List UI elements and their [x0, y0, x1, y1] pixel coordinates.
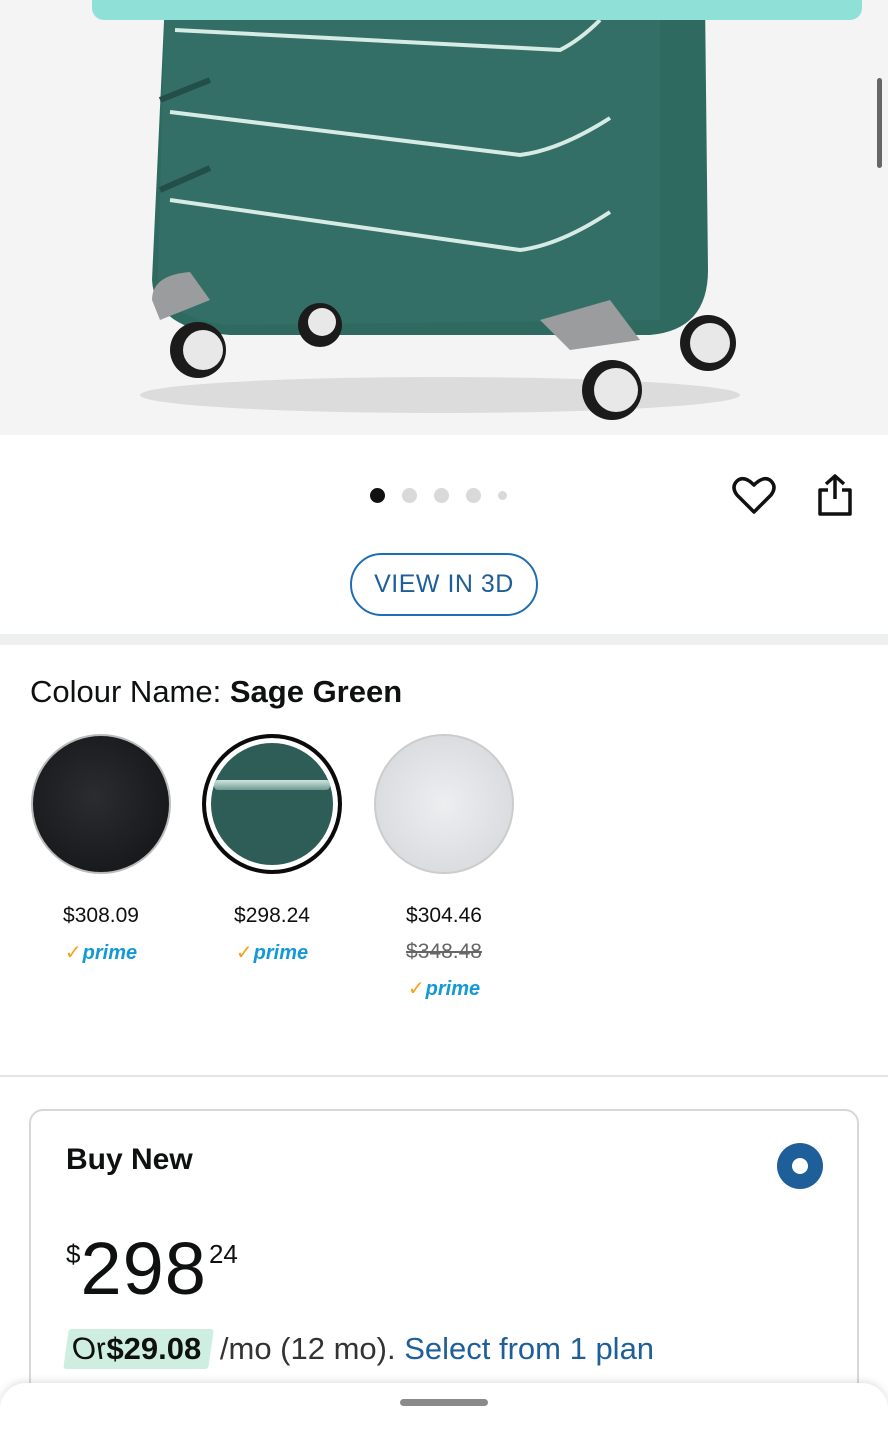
- prime-badge: ✓prime: [64, 942, 138, 964]
- colour-option-sage-green[interactable]: $298.24 ✓prime: [202, 734, 342, 965]
- bottom-sheet[interactable]: [0, 1383, 888, 1440]
- financing-term: /mo (12 mo).: [211, 1331, 405, 1366]
- buy-new-title: Buy New: [66, 1143, 193, 1176]
- heart-icon: [732, 477, 776, 514]
- colour-swatch[interactable]: [374, 734, 514, 874]
- top-banner: [92, 0, 862, 20]
- colour-option-black[interactable]: $308.09 ✓prime: [31, 734, 171, 965]
- carousel-dot-2[interactable]: [402, 488, 417, 503]
- price-whole: 298: [80, 1227, 207, 1310]
- price-symbol: $: [66, 1239, 81, 1269]
- image-carousel-dots[interactable]: [370, 488, 507, 503]
- financing-offer: Or $29.08 /mo (12 mo). Select from 1 pla…: [63, 1329, 654, 1369]
- favorite-button[interactable]: [731, 472, 777, 518]
- buy-price: $ 298 24: [66, 1229, 238, 1309]
- select-plan-link[interactable]: Select from 1 plan: [404, 1331, 654, 1366]
- colour-option-silver[interactable]: $304.46 $348.48 ✓prime: [374, 734, 514, 1001]
- colour-swatch-selected[interactable]: [202, 734, 342, 874]
- option-list-price: $348.48: [406, 940, 482, 963]
- option-price: $308.09: [63, 904, 139, 927]
- option-price: $298.24: [234, 904, 310, 927]
- prime-check-icon: ✓: [64, 942, 82, 964]
- carousel-dot-4[interactable]: [466, 488, 481, 503]
- buy-new-radio[interactable]: [777, 1143, 823, 1189]
- section-divider: [0, 1075, 888, 1077]
- option-price: $304.46: [406, 904, 482, 927]
- drag-handle[interactable]: [400, 1399, 488, 1406]
- prime-check-icon: ✓: [235, 942, 253, 964]
- colour-name-heading: Colour Name: Sage Green: [30, 674, 402, 710]
- carousel-dot-1[interactable]: [370, 488, 385, 503]
- prime-badge: ✓prime: [235, 942, 309, 964]
- prime-badge: ✓prime: [407, 978, 481, 1000]
- product-image[interactable]: [0, 0, 888, 435]
- section-divider: [0, 634, 888, 645]
- colour-label: Colour Name:: [30, 674, 230, 709]
- suitcase-illustration: [140, 0, 740, 420]
- price-fraction: 24: [208, 1239, 238, 1269]
- carousel-dot-3[interactable]: [434, 488, 449, 503]
- selected-colour: Sage Green: [229, 674, 403, 709]
- share-icon: [818, 474, 852, 516]
- prime-check-icon: ✓: [407, 978, 425, 1000]
- share-button[interactable]: [812, 472, 858, 518]
- view-in-3d-button[interactable]: VIEW IN 3D: [350, 553, 538, 616]
- financing-highlight: Or $29.08: [63, 1329, 215, 1369]
- colour-swatch[interactable]: [31, 734, 171, 874]
- carousel-dot-5[interactable]: [498, 491, 507, 500]
- scrollbar[interactable]: [877, 78, 882, 168]
